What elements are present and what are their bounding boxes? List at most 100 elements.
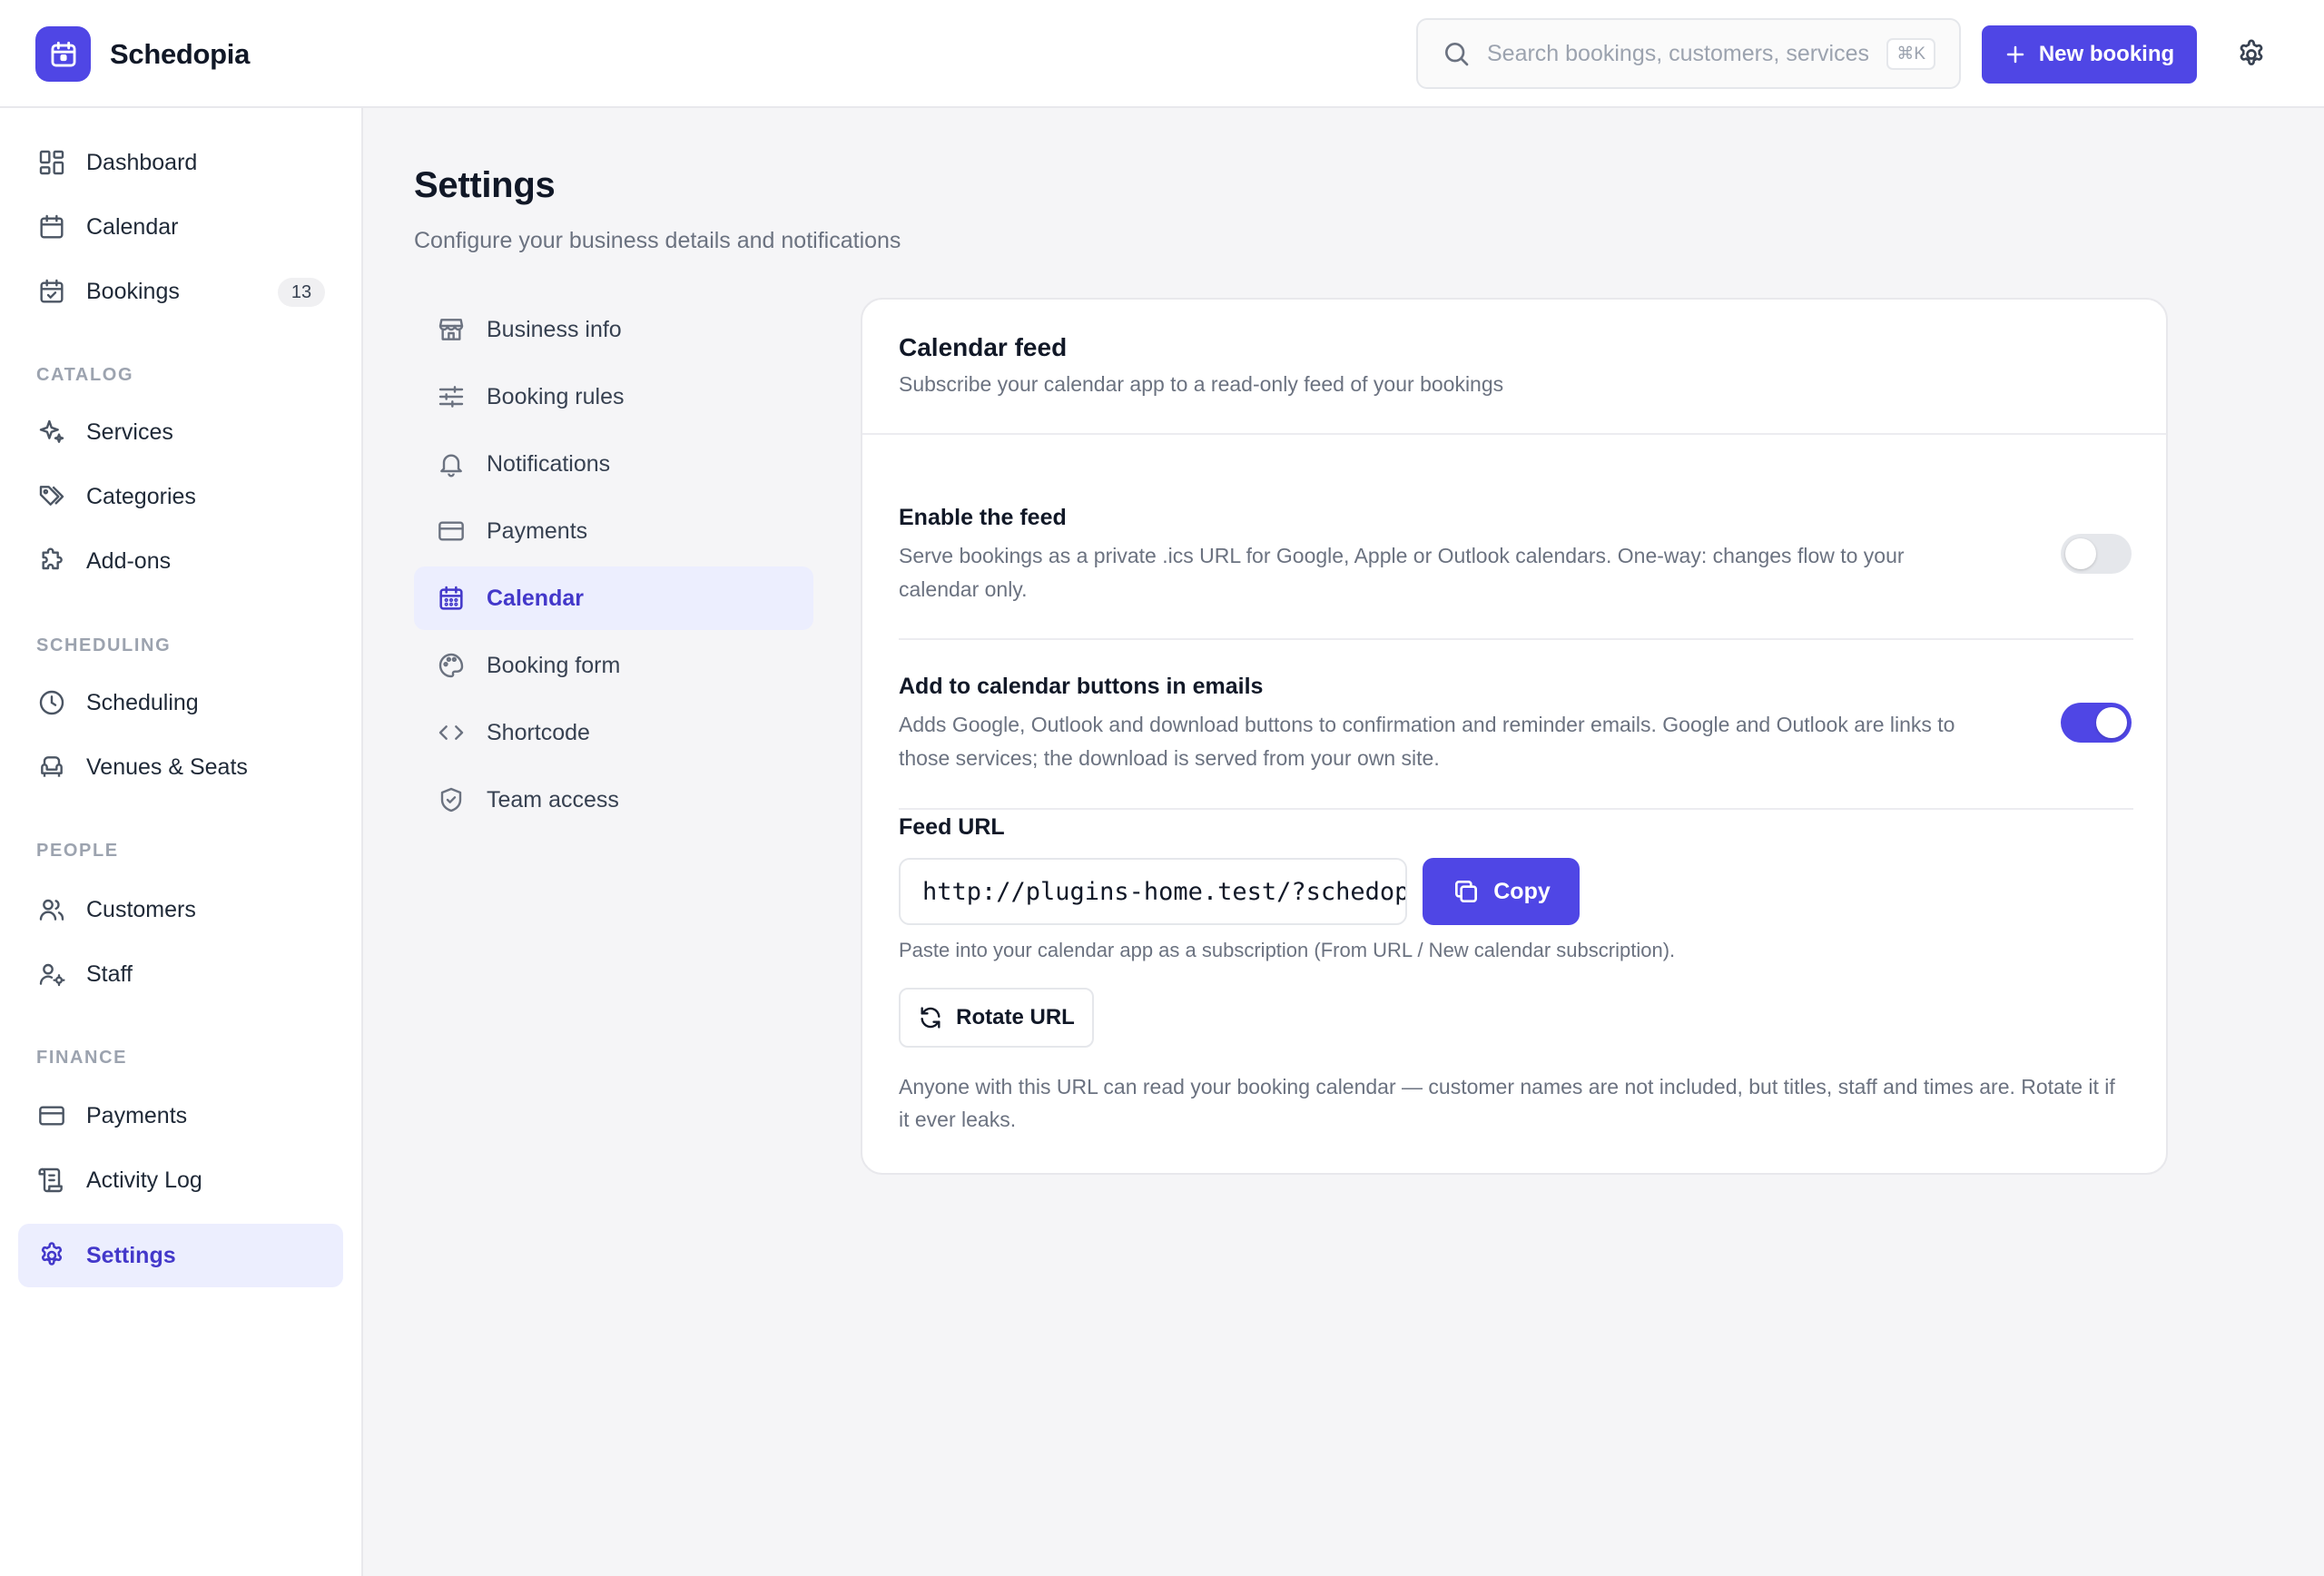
enable-feed-description: Serve bookings as a private .ics URL for…: [899, 544, 1905, 601]
feed-url-warning: Anyone with this URL can read your booki…: [899, 1075, 2115, 1131]
copy-label: Copy: [1493, 878, 1551, 904]
calendar-icon: [35, 26, 91, 82]
new-booking-label: New booking: [2038, 42, 2175, 66]
credit-card-icon: [36, 1100, 67, 1131]
settings-nav-booking-form[interactable]: Booking form: [414, 634, 813, 697]
settings-nav-team-access[interactable]: Team access: [414, 768, 813, 832]
search-shortcut: ⌘K: [1886, 37, 1935, 70]
enable-feed-title: Enable the feed: [899, 505, 1067, 530]
armchair-icon: [36, 752, 67, 783]
settings-nav-label: Booking rules: [487, 383, 625, 409]
copy-button[interactable]: Copy: [1423, 858, 1580, 925]
refresh-icon: [918, 1005, 943, 1030]
sidebar-item-label: Services: [86, 419, 173, 445]
code-icon: [436, 717, 467, 748]
sidebar-item-settings[interactable]: Settings: [18, 1224, 343, 1287]
settings-nav-label: Calendar: [487, 585, 584, 611]
settings-nav-business-info[interactable]: Business info: [414, 298, 813, 361]
email-buttons-description: Adds Google, Outlook and download button…: [899, 713, 1955, 770]
sidebar-item-bookings[interactable]: Bookings 13: [18, 260, 343, 323]
settings-nav-shortcode[interactable]: Shortcode: [414, 701, 813, 764]
sidebar-item-label: Payments: [86, 1102, 188, 1128]
settings-nav-payments[interactable]: Payments: [414, 499, 813, 563]
shield-check-icon: [436, 784, 467, 815]
settings-nav-calendar[interactable]: Calendar: [414, 566, 813, 630]
sidebar-item-label: Venues & Seats: [86, 754, 248, 780]
sidebar-item-label: Dashboard: [86, 149, 198, 175]
sidebar-item-categories[interactable]: Categories: [18, 465, 343, 528]
copy-icon: [1452, 877, 1481, 906]
settings-nav-notifications[interactable]: Notifications: [414, 432, 813, 496]
card-subtitle: Subscribe your calendar app to a read-on…: [899, 372, 1504, 396]
search-placeholder: Search bookings, customers, services: [1487, 40, 1870, 66]
calendar-icon: [36, 212, 67, 242]
feed-url-label: Feed URL: [899, 814, 1005, 840]
palette-icon: [436, 650, 467, 681]
rotate-url-label: Rotate URL: [956, 1005, 1075, 1029]
bell-icon: [436, 448, 467, 479]
sidebar-item-scheduling[interactable]: Scheduling: [18, 671, 343, 734]
sidebar-item-label: Bookings: [86, 278, 180, 304]
email-buttons-title: Add to calendar buttons in emails: [899, 674, 1264, 699]
scroll-icon: [36, 1165, 67, 1196]
brand[interactable]: Schedopia: [35, 26, 250, 82]
divider: [899, 638, 2133, 640]
settings-nav-booking-rules[interactable]: Booking rules: [414, 365, 813, 428]
sidebar-item-label: Customers: [86, 896, 196, 922]
section-label-people: PEOPLE: [36, 841, 119, 861]
top-bar: Schedopia Search bookings, customers, se…: [0, 0, 2324, 108]
sidebar-item-activity-log[interactable]: Activity Log: [18, 1148, 343, 1212]
settings-nav-label: Payments: [487, 517, 588, 544]
tags-icon: [36, 481, 67, 512]
settings-nav-label: Team access: [487, 786, 619, 813]
plus-icon: [2004, 44, 2026, 65]
sidebar-item-calendar[interactable]: Calendar: [18, 195, 343, 259]
settings-nav-label: Shortcode: [487, 719, 590, 745]
sidebar: Dashboard Calendar Bookings 13 CATALOG S…: [0, 108, 363, 1576]
section-label-catalog: CATALOG: [36, 365, 134, 385]
toggle-knob: [2096, 707, 2127, 738]
bookings-count-badge: 13: [278, 278, 325, 307]
sidebar-item-label: Scheduling: [86, 689, 199, 715]
gear-icon[interactable]: [2235, 38, 2268, 71]
sidebar-item-services[interactable]: Services: [18, 400, 343, 464]
gear-icon: [36, 1240, 67, 1271]
section-label-scheduling: SCHEDULING: [36, 635, 172, 655]
new-booking-button[interactable]: New booking: [1982, 25, 2197, 84]
sliders-icon: [436, 381, 467, 412]
store-icon: [436, 314, 467, 345]
sidebar-item-payments[interactable]: Payments: [18, 1084, 343, 1148]
settings-nav-label: Notifications: [487, 450, 611, 477]
credit-card-icon: [436, 516, 467, 547]
calendar-icon: [436, 583, 467, 614]
clock-icon: [36, 687, 67, 718]
page-subtitle: Configure your business details and noti…: [414, 228, 901, 253]
sidebar-item-label: Categories: [86, 483, 196, 509]
sidebar-item-dashboard[interactable]: Dashboard: [18, 131, 343, 194]
user-cog-icon: [36, 959, 67, 990]
feed-url-hint: Paste into your calendar app as a subscr…: [899, 939, 1676, 961]
email-buttons-toggle[interactable]: [2061, 703, 2132, 743]
toggle-knob: [2065, 538, 2096, 569]
sidebar-item-venues-seats[interactable]: Venues & Seats: [18, 735, 343, 799]
sidebar-item-add-ons[interactable]: Add-ons: [18, 529, 343, 593]
search-input[interactable]: Search bookings, customers, services ⌘K: [1416, 18, 1961, 89]
sidebar-item-label: Calendar: [86, 213, 179, 240]
calendar-feed-card: Calendar feed Subscribe your calendar ap…: [861, 298, 2168, 1175]
card-title: Calendar feed: [899, 333, 1068, 361]
enable-feed-toggle[interactable]: [2061, 534, 2132, 574]
feed-url-field[interactable]: http://plugins-home.test/?schedop: [899, 858, 1407, 925]
sidebar-item-label: Settings: [86, 1242, 176, 1268]
settings-nav-label: Booking form: [487, 652, 621, 678]
app-name: Schedopia: [110, 37, 251, 70]
sidebar-item-staff[interactable]: Staff: [18, 942, 343, 1006]
page-title: Settings: [414, 165, 556, 205]
calendar-check-icon: [36, 276, 67, 307]
rotate-url-button[interactable]: Rotate URL: [899, 988, 1094, 1048]
users-icon: [36, 894, 67, 925]
sidebar-item-label: Add-ons: [86, 547, 172, 574]
search-icon: [1442, 39, 1471, 68]
puzzle-icon: [36, 546, 67, 576]
sidebar-item-label: Staff: [86, 960, 133, 987]
sidebar-item-customers[interactable]: Customers: [18, 878, 343, 941]
